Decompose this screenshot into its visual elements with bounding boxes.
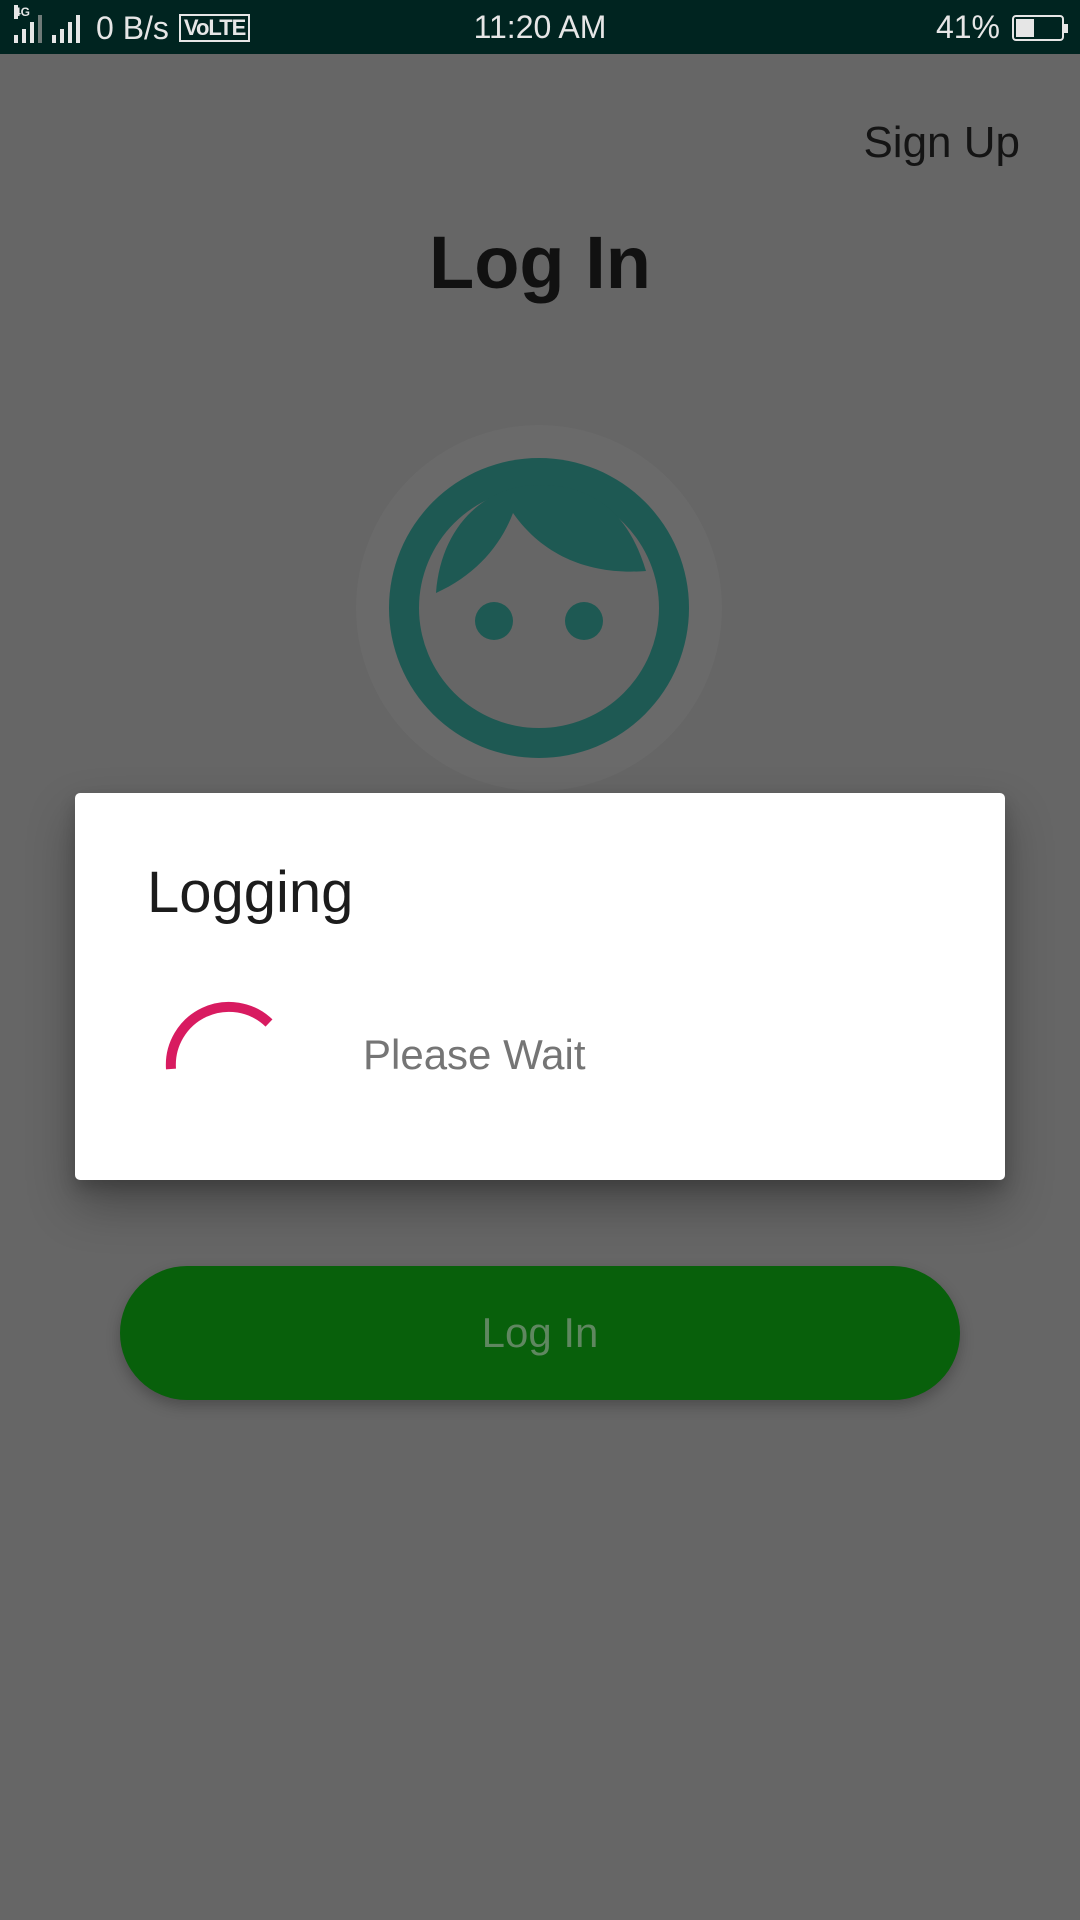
status-bar: 4G 0 B/s VoLTE 11:20 AM 41% [0, 0, 1080, 54]
progress-dialog: Logging Please Wait [75, 793, 1005, 1180]
face-icon [356, 425, 722, 791]
sign-up-link[interactable]: Sign Up [863, 118, 1020, 168]
status-bar-right: 41% [935, 9, 1068, 46]
battery-icon [1012, 14, 1068, 41]
spinner-arc [165, 1001, 273, 1070]
dialog-title: Logging [147, 860, 354, 925]
dialog-message: Please Wait [363, 1031, 586, 1078]
battery-level-fill [1016, 18, 1034, 37]
login-button[interactable]: Log In [120, 1266, 960, 1400]
avatar-graphic [356, 425, 722, 791]
battery-percent: 41% [935, 9, 1000, 45]
status-time: 11:20 AM [473, 9, 607, 45]
progress-spinner-icon [155, 983, 285, 1113]
page-title: Log In [429, 221, 651, 304]
login-screen: 4G 0 B/s VoLTE 11:20 AM 41% Sign Up Log … [0, 0, 1080, 1920]
